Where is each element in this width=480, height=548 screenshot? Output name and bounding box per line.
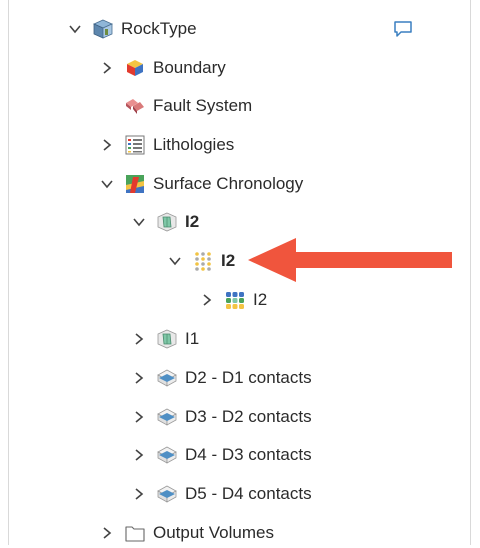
- contact-surface-icon: [155, 482, 179, 506]
- intrusion-volume-icon: [155, 327, 179, 351]
- tree-item-label: D2 - D1 contacts: [185, 368, 312, 387]
- tree-item-label: I1: [185, 329, 200, 348]
- chevron-right-icon[interactable]: [129, 484, 149, 504]
- tree-item-d2-d1-contacts[interactable]: D2 - D1 contacts: [129, 363, 312, 393]
- chevron-right-icon[interactable]: [129, 368, 149, 388]
- chevron-right-icon[interactable]: [97, 523, 117, 543]
- chevron-right-icon[interactable]: [97, 135, 117, 155]
- tree-item-rocktype[interactable]: RockType: [65, 14, 197, 44]
- surface-chronology-icon: [123, 172, 147, 196]
- callout-arrow-icon: [248, 238, 452, 282]
- tree-item-d4-d3-contacts[interactable]: D4 - D3 contacts: [129, 440, 312, 470]
- tree-item-label: I2: [221, 251, 236, 270]
- tree-item-i2-values[interactable]: I2: [197, 285, 267, 315]
- tree-item-output-volumes[interactable]: Output Volumes: [97, 518, 274, 548]
- chevron-down-icon[interactable]: [97, 174, 117, 194]
- intrusion-volume-icon: [155, 210, 179, 234]
- chevron-right-icon[interactable]: [97, 58, 117, 78]
- tree-item-boundary[interactable]: Boundary: [97, 53, 226, 83]
- tree-item-label: D5 - D4 contacts: [185, 484, 312, 503]
- tree-item-i2-volume[interactable]: I2: [129, 207, 199, 237]
- chevron-right-icon[interactable]: [129, 329, 149, 349]
- tree-item-label: Surface Chronology: [153, 174, 304, 193]
- tree-item-d5-d4-contacts[interactable]: D5 - D4 contacts: [129, 479, 312, 509]
- tree-item-fault-system[interactable]: Fault System: [123, 91, 252, 121]
- tree-item-label: Lithologies: [153, 135, 235, 154]
- points-icon: [191, 249, 215, 273]
- values-icon: [223, 288, 247, 312]
- tree-item-surface-chronology[interactable]: Surface Chronology: [97, 169, 303, 199]
- chevron-right-icon[interactable]: [197, 290, 217, 310]
- tree-item-label: Output Volumes: [153, 523, 274, 542]
- tree-item-label: I2: [185, 212, 200, 231]
- folder-icon: [123, 521, 147, 545]
- chevron-down-icon[interactable]: [65, 19, 85, 39]
- contact-surface-icon: [155, 443, 179, 467]
- tree-item-label: Fault System: [153, 96, 253, 115]
- tree-item-i2-points[interactable]: I2: [165, 246, 235, 276]
- tree-item-d3-d2-contacts[interactable]: D3 - D2 contacts: [129, 402, 312, 432]
- contact-surface-icon: [155, 366, 179, 390]
- boundary-icon: [123, 56, 147, 80]
- fault-system-icon: [123, 94, 147, 118]
- chevron-down-icon[interactable]: [165, 251, 185, 271]
- tree-item-i1-volume[interactable]: I1: [129, 324, 199, 354]
- tree-item-label: D3 - D2 contacts: [185, 407, 312, 426]
- tree-item-label: I2: [253, 290, 268, 309]
- tree-item-label: D4 - D3 contacts: [185, 445, 312, 464]
- comment-icon[interactable]: [392, 19, 414, 39]
- chevron-right-icon[interactable]: [129, 445, 149, 465]
- tree-item-label: RockType: [121, 19, 197, 38]
- chevron-right-icon[interactable]: [129, 407, 149, 427]
- tree-item-label: Boundary: [153, 58, 226, 77]
- contact-surface-icon: [155, 405, 179, 429]
- chevron-down-icon[interactable]: [129, 212, 149, 232]
- geological-model-icon: [91, 17, 115, 41]
- lithologies-icon: [123, 133, 147, 157]
- tree-item-lithologies[interactable]: Lithologies: [97, 130, 234, 160]
